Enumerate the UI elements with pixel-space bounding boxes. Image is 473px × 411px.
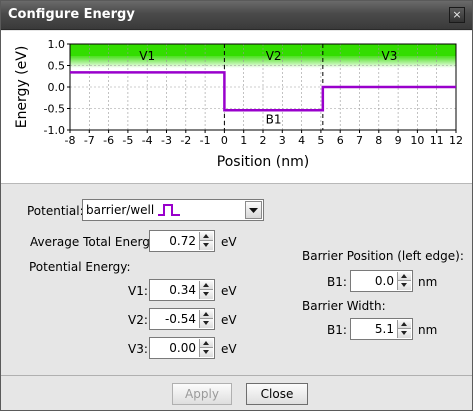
- close-button[interactable]: Close: [246, 383, 308, 405]
- x-tick-label: -8: [65, 134, 76, 147]
- x-axis-label: Position (nm): [217, 154, 309, 170]
- v2-value: -0.54: [164, 312, 196, 326]
- x-tick-label: 1: [240, 134, 247, 147]
- y-tick-label: -0.5: [44, 103, 65, 116]
- v1-label: V1:: [128, 284, 148, 298]
- barrier-position-b1-label: B1:: [327, 275, 347, 289]
- y-tick-label: 0.5: [48, 60, 66, 73]
- potential-label: Potential:: [27, 204, 84, 218]
- average-total-energy-unit: eV: [221, 235, 237, 249]
- energy-chart: -8 -7 -6 -5 -4 -3 -2 -1 0 1 2 3 4 5 6 7 8 9 10 11 12 1.0 0.5 0.…: [1, 31, 472, 184]
- spin-up-icon[interactable]: [200, 310, 213, 319]
- spin-down-icon[interactable]: [200, 348, 213, 357]
- x-tick-label: -4: [142, 134, 153, 147]
- spin-down-icon[interactable]: [200, 290, 213, 299]
- barrier-width-heading: Barrier Width:: [302, 299, 386, 313]
- v3-spinner[interactable]: 0.00: [149, 337, 215, 359]
- barrier-well-pulse-icon: [158, 204, 180, 216]
- spin-up-icon[interactable]: [398, 272, 411, 281]
- barrier-position-unit: nm: [418, 275, 438, 289]
- configure-energy-dialog: Configure Energy × -8 -7 -6 -5 -4 -3 -2 -1 0 1 2 3 4…: [0, 0, 473, 411]
- barrier-position-heading: Barrier Position (left edge):: [302, 249, 464, 263]
- v1-unit: eV: [221, 284, 237, 298]
- average-total-energy-spinner[interactable]: 0.72: [149, 230, 215, 252]
- spin-down-icon[interactable]: [200, 241, 213, 250]
- barrier-position-spinner[interactable]: 0.0: [350, 270, 413, 292]
- barrier-position-value: 0.0: [374, 274, 394, 288]
- y-tick-label: -1.0: [44, 124, 65, 137]
- v2-unit: eV: [221, 313, 237, 327]
- v3-label: V3:: [128, 342, 148, 356]
- x-tick-label: 11: [430, 134, 444, 147]
- x-tick-label: 10: [410, 134, 424, 147]
- v1-spinner[interactable]: 0.34: [149, 279, 215, 301]
- spin-down-icon[interactable]: [398, 281, 411, 290]
- region-label: V3: [381, 49, 397, 63]
- barrier-width-value: 5.1: [374, 322, 394, 336]
- dialog-footer: [1, 375, 472, 410]
- close-window-icon[interactable]: ×: [449, 7, 465, 23]
- v1-value: 0.34: [169, 283, 196, 297]
- x-tick-label: 8: [375, 134, 382, 147]
- x-tick-label: 6: [337, 134, 344, 147]
- apply-button[interactable]: Apply: [172, 383, 232, 405]
- chevron-down-icon[interactable]: [245, 201, 262, 219]
- x-tick-label: -3: [161, 134, 172, 147]
- spin-down-icon[interactable]: [398, 329, 411, 338]
- region-label: B1: [266, 112, 282, 126]
- spin-up-icon[interactable]: [398, 320, 411, 329]
- v2-spinner[interactable]: -0.54: [149, 308, 215, 330]
- v3-unit: eV: [221, 342, 237, 356]
- y-axis-label: Energy (eV): [14, 46, 30, 129]
- spin-down-icon[interactable]: [200, 319, 213, 328]
- spin-up-icon[interactable]: [200, 339, 213, 348]
- region-label: V1: [139, 49, 155, 63]
- x-tick-label: 12: [449, 134, 463, 147]
- potential-select[interactable]: barrier/well: [82, 199, 264, 221]
- barrier-width-b1-label: B1:: [327, 323, 347, 337]
- x-tick-label: -7: [84, 134, 95, 147]
- region-label: V2: [266, 49, 282, 63]
- x-tick-label: 9: [395, 134, 402, 147]
- v3-value: 0.00: [169, 341, 196, 355]
- x-tick-label: -2: [180, 134, 191, 147]
- potential-selected-value: barrier/well: [86, 203, 155, 217]
- window-title: Configure Energy: [8, 7, 135, 22]
- average-total-energy-value: 0.72: [169, 234, 196, 248]
- x-tick-label: 0: [221, 134, 228, 147]
- spin-up-icon[interactable]: [200, 232, 213, 241]
- y-tick-label: 0.0: [48, 81, 66, 94]
- x-tick-label: 7: [356, 134, 363, 147]
- v2-label: V2:: [128, 313, 148, 327]
- spin-up-icon[interactable]: [200, 281, 213, 290]
- x-tick-label: -6: [103, 134, 114, 147]
- y-tick-label: 1.0: [48, 38, 66, 51]
- barrier-width-unit: nm: [418, 323, 438, 337]
- x-tick-label: 2: [260, 134, 267, 147]
- x-tick-label: 5: [317, 134, 324, 147]
- potential-energy-heading: Potential Energy:: [29, 260, 131, 274]
- x-tick-label: -5: [122, 134, 133, 147]
- average-total-energy-label: Average Total Energy:: [30, 235, 161, 249]
- title-bar[interactable]: Configure Energy ×: [1, 1, 472, 30]
- energy-chart-svg: -8 -7 -6 -5 -4 -3 -2 -1 0 1 2 3 4 5 6 7 8 9 10 11 121.00.50.…: [14, 38, 463, 170]
- x-tick-label: 3: [279, 134, 286, 147]
- x-tick-label: 4: [298, 134, 305, 147]
- barrier-width-spinner[interactable]: 5.1: [350, 318, 413, 340]
- x-tick-label: -1: [200, 134, 211, 147]
